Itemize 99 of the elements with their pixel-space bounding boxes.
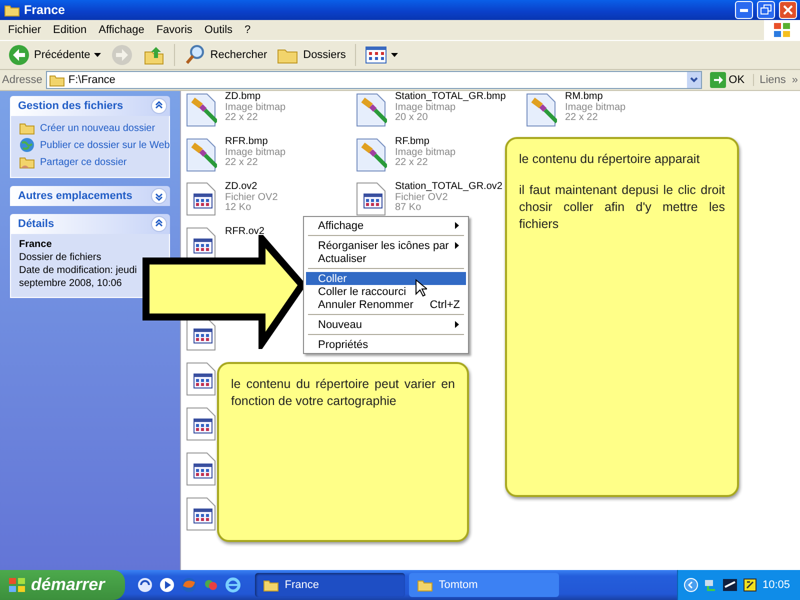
restore-button[interactable]	[757, 1, 775, 19]
display-icon[interactable]	[722, 578, 738, 592]
menu-item[interactable]: ?	[238, 21, 257, 39]
minimize-button[interactable]	[735, 1, 753, 19]
task-link[interactable]: Publier ce dossier sur le Web	[40, 140, 170, 150]
network-icon[interactable]	[703, 578, 718, 592]
paintbrush-file-icon[interactable]	[185, 137, 217, 173]
file-name[interactable]: ZD.bmp	[225, 92, 286, 102]
close-button[interactable]	[779, 1, 797, 19]
address-label: Adresse	[2, 74, 42, 86]
file-name[interactable]: RFR.ov2	[225, 227, 264, 238]
menu-item[interactable]: Réorganiser les icônes par	[306, 239, 466, 252]
collapse-chevron-icon[interactable]	[151, 216, 167, 232]
file-name[interactable]: Station_TOTAL_GR.ov2	[395, 182, 502, 192]
clock: 10:05	[762, 579, 790, 591]
shared-folder-icon	[19, 155, 35, 169]
file-size: 20 x 20	[395, 113, 428, 124]
paintbrush-file-icon[interactable]	[185, 92, 217, 128]
address-field[interactable]: F:\France	[46, 71, 702, 89]
folder-name: France	[19, 239, 53, 250]
file-name[interactable]: RM.bmp	[565, 92, 626, 102]
window-title: France	[24, 3, 66, 17]
file-size: 87 Ko	[395, 203, 422, 214]
browser-icon[interactable]	[224, 577, 241, 593]
document-file-icon[interactable]	[185, 452, 217, 486]
file-size: 22 x 22	[225, 158, 258, 168]
go-button[interactable]: OK	[706, 72, 749, 88]
globe-icon	[19, 137, 35, 153]
menu-item[interactable]: Edition	[47, 21, 93, 39]
file-size: 22 x 22	[395, 158, 428, 168]
paintbrush-file-icon[interactable]	[525, 92, 557, 128]
file-type: Image bitmap	[565, 102, 626, 113]
menu-item[interactable]: Affichage	[92, 21, 150, 39]
folder-icon	[49, 73, 66, 87]
file-size: 22 x 22	[225, 113, 258, 124]
menu-item[interactable]: Annuler Renommer Ctrl+Z	[306, 298, 466, 311]
menu-item[interactable]: Favoris	[150, 21, 198, 39]
folders-button[interactable]: Dossiers	[273, 42, 350, 68]
folder-icon	[4, 3, 20, 17]
panel-title[interactable]: Détails	[18, 218, 54, 230]
modified-date: septembre 2008, 10:06	[19, 278, 123, 289]
menu-item[interactable]: Fichier	[2, 21, 48, 39]
view-grid-icon	[364, 44, 387, 66]
task-link[interactable]: Créer un nouveau dossier	[40, 122, 156, 134]
menu-item[interactable]: Outils	[198, 21, 239, 39]
play-icon[interactable]	[158, 577, 175, 593]
paintbrush-file-icon[interactable]	[355, 137, 387, 173]
folder-up-icon	[143, 44, 166, 66]
file-name[interactable]: RF.bmp	[395, 137, 456, 148]
menu-item[interactable]: Nouveau	[306, 318, 466, 331]
callout-text: le contenu du répertoire peut varier en fonction de votre cartographie	[231, 376, 455, 410]
windows-flag-icon	[8, 577, 26, 593]
file-size: 12 Ko	[225, 203, 252, 214]
file-name[interactable]: ZD.ov2	[225, 182, 278, 192]
search-button[interactable]: Rechercher	[180, 42, 272, 68]
document-file-icon[interactable]	[185, 362, 217, 396]
mouse-pointer-icon	[415, 279, 427, 297]
collapse-chevron-icon[interactable]	[151, 98, 167, 114]
links-label[interactable]: Liens	[760, 74, 786, 86]
paintbrush-file-icon[interactable]	[355, 92, 387, 128]
dropdown-icon[interactable]	[686, 72, 701, 88]
minimize-icon	[740, 8, 748, 12]
search-icon	[184, 44, 206, 66]
file-type: Fichier OV2	[225, 192, 278, 203]
file-size: 22 x 22	[565, 113, 598, 124]
taskbar-button[interactable]: France	[254, 573, 405, 597]
back-button[interactable]: Précédente	[4, 42, 106, 68]
document-file-icon[interactable]	[185, 497, 217, 531]
folder-icon	[416, 578, 433, 592]
file-name[interactable]: Station_TOTAL_GR.bmp	[395, 92, 506, 102]
menu-item[interactable]: Coller	[306, 272, 466, 285]
close-icon	[782, 4, 794, 16]
folder-icon	[19, 121, 35, 135]
callout-text: le contenu du répertoire apparait	[519, 151, 701, 168]
caret-icon	[390, 53, 398, 57]
file-type: Image bitmap	[395, 148, 456, 158]
taskbar-button[interactable]: Tomtom	[408, 573, 559, 597]
menu-item[interactable]: Actualiser	[306, 252, 466, 265]
callout-text: il faut maintenant depusi le clic droit chosir coller afin d'y mettre les fichiers	[519, 182, 725, 233]
file-type: Image bitmap	[395, 102, 457, 113]
document-file-icon[interactable]	[185, 182, 217, 216]
menu-item[interactable]: Propriétés	[306, 338, 466, 351]
more-links-button[interactable]: »	[792, 74, 798, 86]
document-file-icon[interactable]	[355, 182, 387, 216]
restore-icon	[760, 4, 772, 16]
task-link[interactable]: Partager ce dossier	[40, 156, 127, 168]
modified-date: Date de modification: jeudi	[19, 265, 138, 276]
file-type: Fichier OV2	[395, 192, 449, 203]
folder-type: Dossier de fichiers	[19, 252, 102, 263]
caret-icon	[94, 53, 102, 57]
expand-chevron-icon[interactable]	[151, 188, 167, 204]
menu-item[interactable]: Coller le raccourci	[306, 285, 466, 298]
file-type: Image bitmap	[225, 102, 286, 113]
document-file-icon[interactable]	[185, 407, 217, 441]
menu-item[interactable]: Affichage	[306, 219, 466, 232]
chevron-left-icon[interactable]	[684, 578, 698, 592]
file-name[interactable]: RFR.bmp	[225, 137, 286, 148]
folder-icon	[262, 578, 279, 592]
file-type: Image bitmap	[225, 148, 286, 158]
